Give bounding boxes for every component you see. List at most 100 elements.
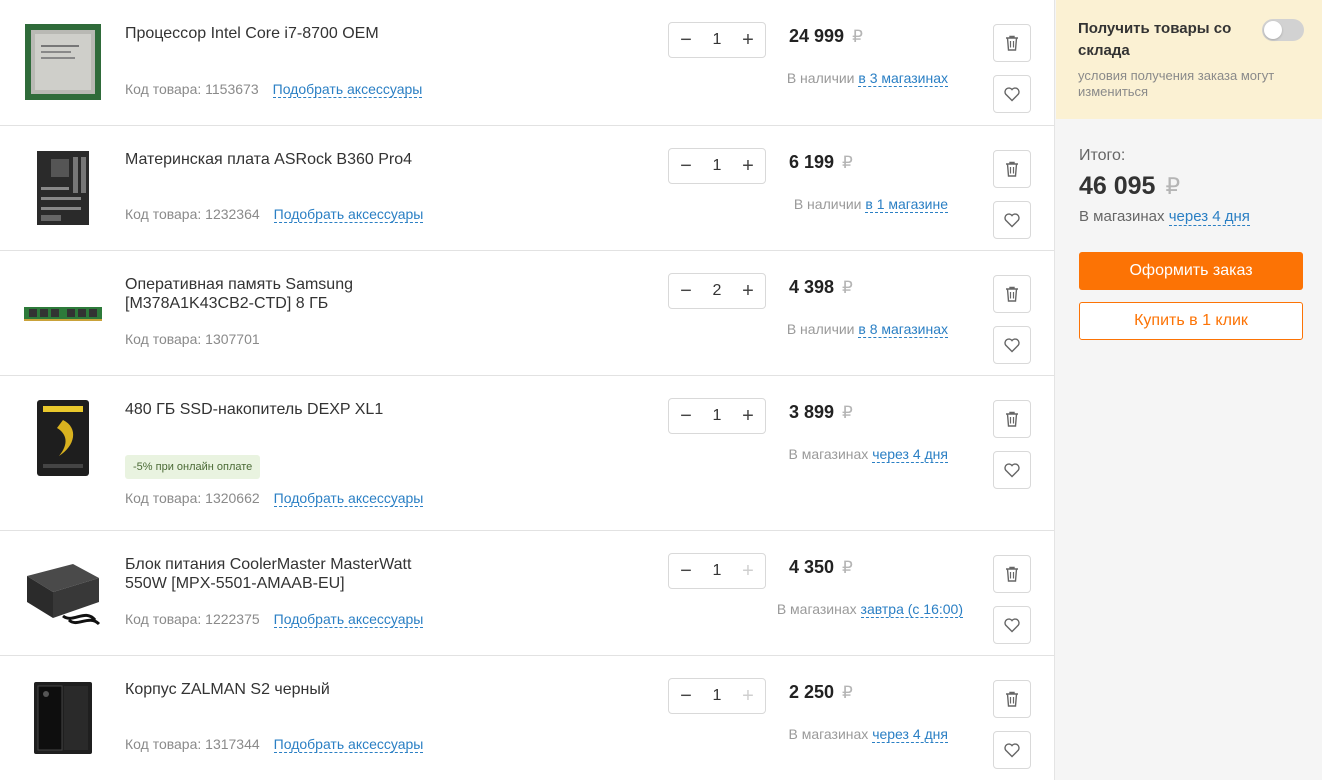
price-value: 4 398 [789, 277, 835, 297]
decrease-button[interactable]: − [677, 156, 695, 176]
decrease-button[interactable]: − [677, 561, 695, 581]
price: 2 250 ₽ [789, 682, 853, 703]
delete-button[interactable] [993, 400, 1031, 438]
cart-item: Материнская плата ASRock B360 Pro4 Код т… [0, 126, 1054, 251]
product-code: Код товара: 1307701 [125, 331, 260, 347]
pickup-note: условия получения заказа могут изменитьс… [1078, 68, 1275, 99]
product-code-text: Код товара: 1153673 [125, 81, 259, 97]
price-value: 3 899 [789, 402, 835, 422]
product-code-text: Код товара: 1222375 [125, 611, 260, 627]
product-code: Код товара: 1232364 Подобрать аксессуары [125, 206, 424, 223]
availability-link[interactable]: через 4 дня [872, 446, 948, 463]
ssd-image[interactable] [22, 398, 104, 478]
case-image[interactable] [22, 678, 104, 758]
cpu-image[interactable] [22, 22, 104, 102]
price-value: 4 350 [789, 557, 835, 577]
product-title[interactable]: Корпус ZALMAN S2 черный [125, 680, 455, 699]
product-code-text: Код товара: 1320662 [125, 490, 260, 506]
checkout-button[interactable]: Оформить заказ [1079, 252, 1303, 290]
favorite-button[interactable] [993, 326, 1031, 364]
price: 4 398 ₽ [789, 277, 853, 298]
accessories-link[interactable]: Подобрать аксессуары [273, 736, 424, 753]
favorite-button[interactable] [993, 606, 1031, 644]
favorite-button[interactable] [993, 75, 1031, 113]
price-value: 6 199 [789, 152, 835, 172]
favorite-button[interactable] [993, 201, 1031, 239]
delete-button[interactable] [993, 555, 1031, 593]
increase-button[interactable]: + [739, 406, 757, 426]
accessories-link[interactable]: Подобрать аксессуары [273, 611, 424, 628]
product-code-text: Код товара: 1307701 [125, 331, 260, 347]
decrease-button[interactable]: − [677, 406, 695, 426]
accessories-link[interactable]: Подобрать аксессуары [273, 490, 424, 507]
availability: В магазинах завтра (с 16:00) [777, 601, 963, 618]
currency-sign: ₽ [842, 153, 853, 172]
delete-button[interactable] [993, 24, 1031, 62]
quantity-value[interactable]: 1 [713, 157, 722, 175]
psu-image[interactable] [22, 553, 104, 633]
availability-link[interactable]: в 3 магазинах [858, 70, 948, 87]
ram-image[interactable] [22, 273, 104, 353]
availability-link[interactable]: через 4 дня [872, 726, 948, 743]
quantity-stepper: − 1 + [668, 22, 766, 58]
total-amount: 46 095 [1079, 172, 1156, 200]
quantity-value[interactable]: 1 [713, 687, 722, 705]
quantity-value[interactable]: 1 [713, 31, 722, 49]
price: 6 199 ₽ [789, 152, 853, 173]
increase-button[interactable]: + [739, 281, 757, 301]
quantity-stepper: − 1 + [668, 553, 766, 589]
favorite-button[interactable] [993, 451, 1031, 489]
one-click-buy-button[interactable]: Купить в 1 клик [1079, 302, 1303, 340]
heart-icon [1004, 618, 1020, 633]
product-code-text: Код товара: 1317344 [125, 736, 260, 752]
motherboard-image[interactable] [22, 148, 104, 228]
decrease-button[interactable]: − [677, 686, 695, 706]
delete-button[interactable] [993, 275, 1031, 313]
increase-button[interactable]: + [739, 561, 757, 581]
increase-button[interactable]: + [739, 686, 757, 706]
increase-button[interactable]: + [739, 156, 757, 176]
cart-item: 480 ГБ SSD-накопитель DEXP XL1 -5% при о… [0, 376, 1054, 531]
quantity-value[interactable]: 1 [713, 562, 722, 580]
cart-item: Блок питания CoolerMaster MasterWatt 550… [0, 531, 1054, 656]
pickup-option: Получить товары со склада условия получе… [1056, 0, 1322, 119]
pickup-toggle[interactable] [1262, 19, 1304, 41]
quantity-value[interactable]: 2 [713, 282, 722, 300]
decrease-button[interactable]: − [677, 281, 695, 301]
heart-icon [1004, 743, 1020, 758]
availability-link[interactable]: завтра (с 16:00) [860, 601, 963, 618]
accessories-link[interactable]: Подобрать аксессуары [272, 81, 423, 98]
trash-icon [1006, 35, 1018, 51]
currency-sign: ₽ [842, 278, 853, 297]
trash-icon [1006, 566, 1018, 582]
delivery-link[interactable]: через 4 дня [1168, 208, 1250, 226]
currency-sign: ₽ [842, 403, 853, 422]
quantity-stepper: − 1 + [668, 678, 766, 714]
quantity-stepper: − 1 + [668, 398, 766, 434]
quantity-value[interactable]: 1 [713, 407, 722, 425]
total-value: 46 095 ₽ [1079, 172, 1180, 201]
availability-link[interactable]: в 8 магазинах [858, 321, 948, 338]
quantity-stepper: − 2 + [668, 273, 766, 309]
pickup-title: Получить товары со склада [1078, 20, 1232, 59]
product-title[interactable]: Материнская плата ASRock B360 Pro4 [125, 150, 455, 169]
availability-link[interactable]: в 1 магазине [865, 196, 948, 213]
accessories-link[interactable]: Подобрать аксессуары [273, 206, 424, 223]
product-code: Код товара: 1222375 Подобрать аксессуары [125, 611, 424, 628]
price: 3 899 ₽ [789, 402, 853, 423]
delete-button[interactable] [993, 150, 1031, 188]
decrease-button[interactable]: − [677, 30, 695, 50]
product-code: Код товара: 1320662 Подобрать аксессуары [125, 490, 424, 507]
cart-item: Корпус ZALMAN S2 черный Код товара: 1317… [0, 656, 1054, 780]
product-title[interactable]: 480 ГБ SSD-накопитель DEXP XL1 [125, 400, 455, 419]
favorite-button[interactable] [993, 731, 1031, 769]
product-title[interactable]: Оперативная память Samsung [M378A1K43CB2… [125, 275, 455, 313]
delete-button[interactable] [993, 680, 1031, 718]
trash-icon [1006, 691, 1018, 707]
price: 24 999 ₽ [789, 26, 863, 47]
increase-button[interactable]: + [739, 30, 757, 50]
heart-icon [1004, 213, 1020, 228]
price-value: 2 250 [789, 682, 835, 702]
product-title[interactable]: Блок питания CoolerMaster MasterWatt 550… [125, 555, 455, 593]
product-title[interactable]: Процессор Intel Core i7-8700 OEM [125, 24, 455, 43]
